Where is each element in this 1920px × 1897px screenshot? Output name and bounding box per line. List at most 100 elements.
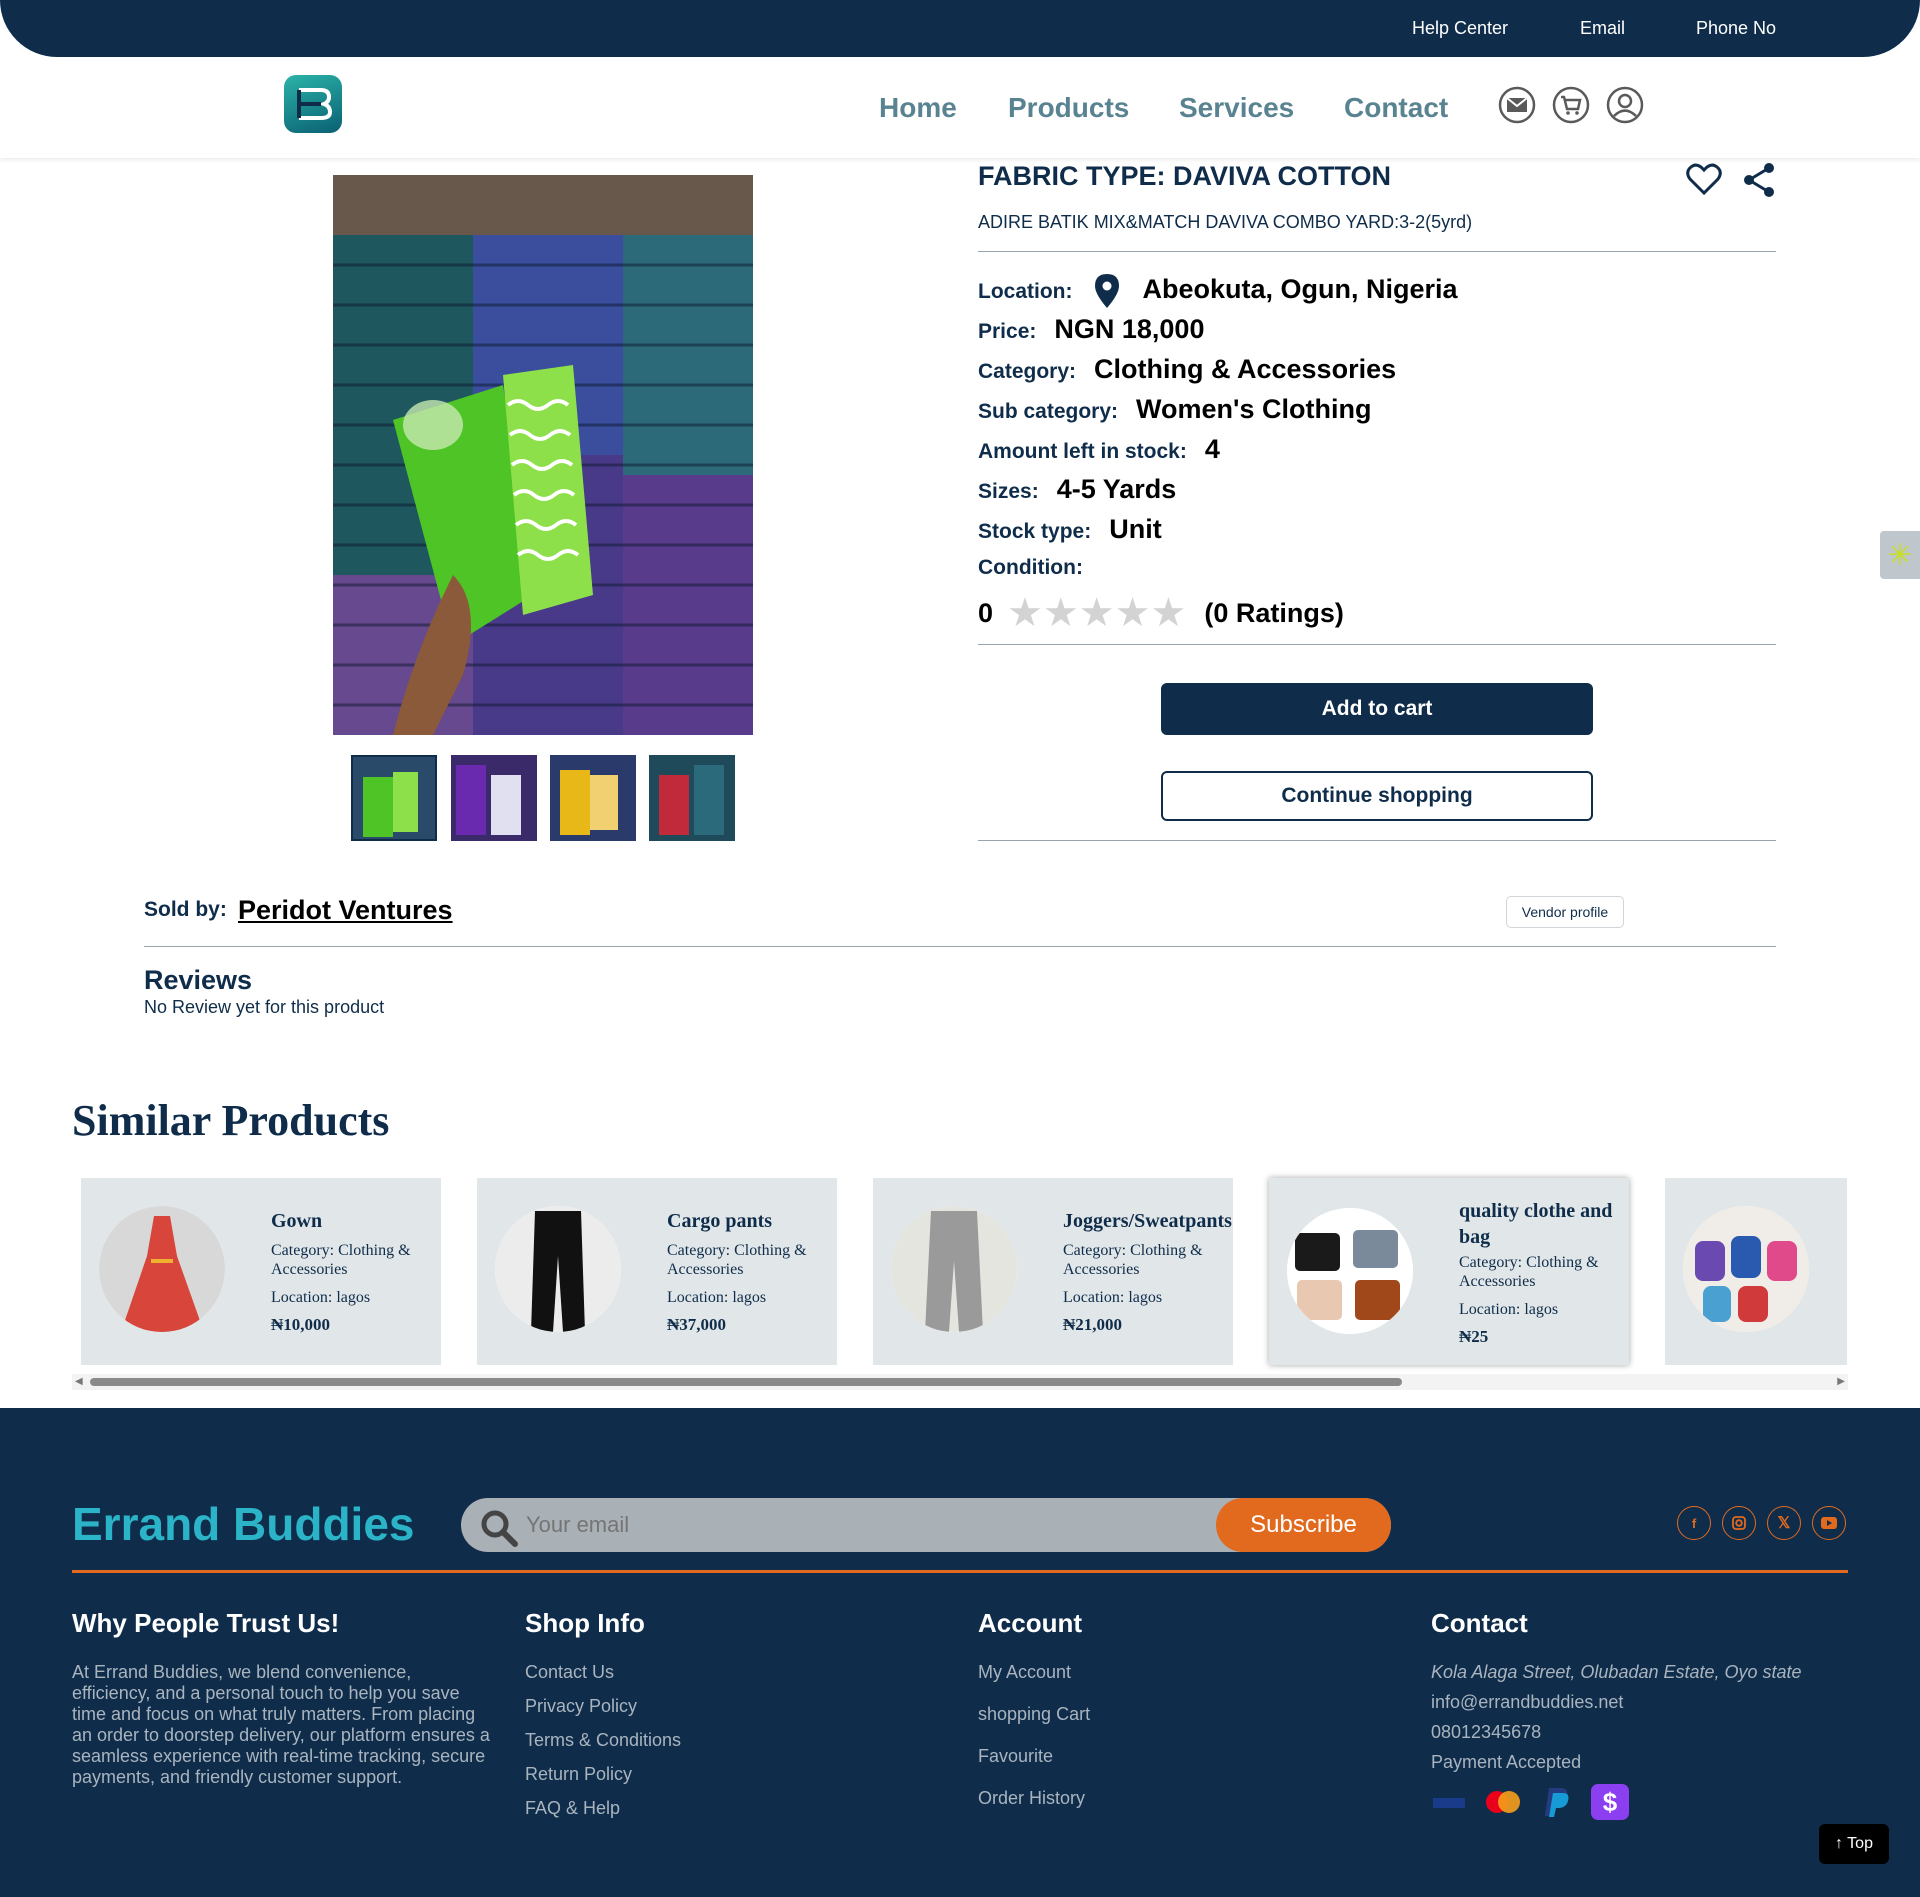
product-card[interactable] bbox=[1665, 1178, 1847, 1365]
facebook-icon[interactable]: f bbox=[1677, 1506, 1711, 1540]
x-icon[interactable]: 𝕏 bbox=[1767, 1506, 1801, 1540]
bags-image bbox=[1287, 1208, 1413, 1334]
location-row: Location: Abeokuta, Ogun, Nigeria bbox=[978, 274, 1458, 308]
cash-app-icon: $ bbox=[1591, 1784, 1629, 1820]
phone-link[interactable]: Phone No bbox=[1696, 18, 1776, 39]
accessibility-widget[interactable]: ✳ bbox=[1880, 531, 1920, 579]
divider bbox=[978, 840, 1776, 841]
terms-link[interactable]: Terms & Conditions bbox=[525, 1730, 681, 1751]
return-policy-link[interactable]: Return Policy bbox=[525, 1764, 632, 1785]
sizes-row: Sizes: 4-5 Yards bbox=[978, 474, 1176, 505]
scrollbar-thumb[interactable] bbox=[90, 1378, 1402, 1386]
youtube-icon[interactable] bbox=[1812, 1506, 1846, 1540]
product-category: Category: Clothing & Accessories bbox=[667, 1242, 807, 1278]
thumbnail-2[interactable] bbox=[451, 755, 537, 841]
thumbnail-image bbox=[353, 757, 435, 839]
instagram-icon[interactable] bbox=[1722, 1506, 1756, 1540]
top-bar: Help Center Email Phone No bbox=[0, 0, 1920, 57]
shopping-cart-link[interactable]: shopping Cart bbox=[978, 1704, 1090, 1725]
cart-icon[interactable] bbox=[1551, 85, 1591, 125]
scroll-left-icon[interactable]: ◀ bbox=[75, 1376, 83, 1387]
location-value: Abeokuta, Ogun, Nigeria bbox=[1142, 274, 1458, 304]
rating-stars: ★★★★★ bbox=[1007, 590, 1186, 636]
product-subtitle: ADIRE BATIK MIX&MATCH DAVIVA COMBO YARD:… bbox=[978, 212, 1473, 232]
thumbnail-image bbox=[649, 755, 735, 841]
help-center-link[interactable]: Help Center bbox=[1412, 18, 1508, 39]
contact-us-link[interactable]: Contact Us bbox=[525, 1662, 614, 1683]
product-category: Category: Clothing & Accessories bbox=[1063, 1242, 1203, 1278]
newsletter-form: Subscribe bbox=[461, 1498, 1391, 1552]
share-icon[interactable] bbox=[1742, 162, 1776, 198]
condition-row: Condition: bbox=[978, 556, 1083, 580]
visa-icon bbox=[1431, 1784, 1467, 1820]
product-name: Joggers/Sweatpants bbox=[1063, 1210, 1232, 1232]
add-to-cart-button[interactable]: Add to cart bbox=[1161, 683, 1593, 735]
star-icon: ★ bbox=[1114, 591, 1151, 635]
order-history-link[interactable]: Order History bbox=[978, 1788, 1085, 1809]
product-card[interactable]: quality clothe and bag Category: Clothin… bbox=[1269, 1178, 1629, 1365]
subcategory-label: Sub category: bbox=[978, 400, 1119, 423]
user-icon[interactable] bbox=[1605, 85, 1645, 125]
horizontal-scrollbar[interactable]: ◀ ▶ bbox=[72, 1374, 1848, 1390]
nav-home[interactable]: Home bbox=[879, 92, 957, 124]
footer-divider bbox=[72, 1570, 1848, 1573]
nav-products[interactable]: Products bbox=[1008, 92, 1129, 124]
product-card[interactable]: Gown Category: Clothing & Accessories Lo… bbox=[81, 1178, 441, 1365]
thumbnail-1[interactable] bbox=[351, 755, 437, 841]
email-link[interactable]: Email bbox=[1580, 18, 1625, 39]
price-row: Price: NGN 18,000 bbox=[978, 314, 1204, 345]
mail-icon[interactable] bbox=[1497, 85, 1537, 125]
product-thumbnail bbox=[1287, 1208, 1413, 1334]
shop-info-title: Shop Info bbox=[525, 1608, 645, 1638]
thumbnail-image bbox=[451, 755, 537, 841]
product-price: ₦37,000 bbox=[667, 1315, 727, 1334]
star-icon: ★ bbox=[1007, 591, 1043, 635]
account-title: Account bbox=[978, 1608, 1082, 1638]
thumbnail-4[interactable] bbox=[649, 755, 735, 841]
joggers-image bbox=[891, 1206, 1017, 1332]
privacy-policy-link[interactable]: Privacy Policy bbox=[525, 1696, 637, 1717]
search-icon bbox=[481, 1510, 518, 1547]
heart-icon[interactable] bbox=[1686, 162, 1722, 196]
product-thumbnail bbox=[99, 1206, 225, 1332]
product-category: Category: Clothing & Accessories bbox=[271, 1242, 411, 1278]
price-label: Price: bbox=[978, 320, 1037, 343]
product-location: Location: lagos bbox=[667, 1289, 767, 1306]
favourite-link[interactable]: Favourite bbox=[978, 1746, 1053, 1767]
product-price: ₦21,000 bbox=[1063, 1315, 1123, 1334]
product-card[interactable]: Cargo pants Category: Clothing & Accesso… bbox=[477, 1178, 837, 1365]
reviews-empty-text: No Review yet for this product bbox=[144, 997, 385, 1017]
logo[interactable] bbox=[284, 75, 342, 133]
sun-icon: ✳ bbox=[1887, 538, 1913, 572]
contact-email[interactable]: info@errandbuddies.net bbox=[1431, 1692, 1623, 1713]
rating-row: 0 ★★★★★ (0 Ratings) bbox=[978, 590, 1344, 636]
product-name: Gown bbox=[271, 1210, 323, 1232]
scroll-right-icon[interactable]: ▶ bbox=[1837, 1376, 1845, 1387]
nav-contact[interactable]: Contact bbox=[1344, 92, 1448, 124]
stock-type-value: Unit bbox=[1109, 514, 1162, 544]
payment-label: Payment Accepted bbox=[1431, 1752, 1582, 1772]
back-to-top-button[interactable]: ↑ Top bbox=[1819, 1824, 1889, 1864]
vendor-profile-button[interactable]: Vendor profile bbox=[1506, 896, 1624, 928]
email-input[interactable] bbox=[526, 1510, 1046, 1540]
contact-phone[interactable]: 08012345678 bbox=[1431, 1722, 1541, 1743]
trust-title: Why People Trust Us! bbox=[72, 1608, 340, 1638]
nav-services[interactable]: Services bbox=[1179, 92, 1294, 124]
product-card[interactable]: Joggers/Sweatpants Category: Clothing & … bbox=[873, 1178, 1233, 1365]
subscribe-button[interactable]: Subscribe bbox=[1216, 1498, 1391, 1552]
product-name: Cargo pants bbox=[667, 1210, 773, 1232]
footer bbox=[0, 1408, 1920, 1897]
location-pin-icon bbox=[1094, 274, 1119, 308]
continue-shopping-button[interactable]: Continue shopping bbox=[1161, 771, 1593, 821]
stock-label: Amount left in stock: bbox=[978, 440, 1187, 463]
faq-link[interactable]: FAQ & Help bbox=[525, 1798, 620, 1819]
seller-name-link[interactable]: Peridot Ventures bbox=[238, 895, 453, 926]
location-label: Location: bbox=[978, 280, 1073, 303]
thumbnail-3[interactable] bbox=[550, 755, 636, 841]
product-location: Location: lagos bbox=[271, 1289, 371, 1306]
product-main-image[interactable] bbox=[333, 175, 753, 735]
star-icon: ★ bbox=[1042, 591, 1079, 635]
address-text: Kola Alaga Street, Olubadan Estate, Oyo … bbox=[1431, 1662, 1802, 1682]
condition-label: Condition: bbox=[978, 556, 1083, 579]
my-account-link[interactable]: My Account bbox=[978, 1662, 1071, 1683]
